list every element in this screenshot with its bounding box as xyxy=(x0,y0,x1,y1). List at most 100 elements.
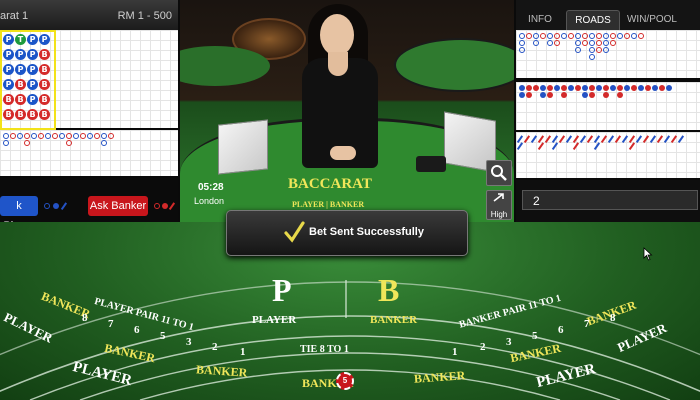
video-city: London xyxy=(194,196,225,206)
banker-predict-icon xyxy=(154,202,178,210)
road-mark xyxy=(526,33,532,39)
quality-button[interactable]: High xyxy=(486,190,512,220)
road-mark xyxy=(589,54,595,60)
road-mark xyxy=(554,33,560,39)
road-mark xyxy=(589,33,595,39)
chip-value: 5 xyxy=(342,376,348,385)
ask-player-button[interactable]: k Player xyxy=(0,196,38,232)
zoom-button[interactable] xyxy=(486,160,512,186)
big-eye-road xyxy=(516,82,700,130)
road-mark xyxy=(631,85,637,91)
seat-number: 3 xyxy=(506,336,512,348)
road-mark xyxy=(589,85,595,91)
road-mark xyxy=(649,135,656,143)
seat-number: 5 xyxy=(160,330,166,342)
bet-chip[interactable]: 5 xyxy=(336,372,354,390)
road-mark xyxy=(516,142,523,150)
road-mark xyxy=(596,40,602,46)
road-mark xyxy=(101,133,107,139)
road-mark xyxy=(561,85,567,91)
road-mark xyxy=(575,85,581,91)
road-mark xyxy=(31,133,37,139)
road-mark xyxy=(80,133,86,139)
road-mark xyxy=(589,47,595,53)
player-bet-label: PLAYER xyxy=(252,314,297,326)
tie-label[interactable]: TIE 8 TO 1 xyxy=(300,344,349,355)
bead-highlight xyxy=(0,30,56,130)
road-mark xyxy=(3,140,9,146)
dealer-hands xyxy=(330,146,356,160)
background-table-left xyxy=(180,46,270,86)
seat-number: 1 xyxy=(240,346,246,358)
road-mark xyxy=(621,135,628,143)
road-mark xyxy=(547,92,553,98)
road-mark xyxy=(617,92,623,98)
road-mark xyxy=(519,92,525,98)
road-mark xyxy=(635,135,642,143)
road-mark xyxy=(530,135,537,143)
road-mark xyxy=(624,33,630,39)
road-mark xyxy=(24,133,30,139)
road-mark xyxy=(38,133,44,139)
road-mark xyxy=(614,135,621,143)
road-mark xyxy=(582,92,588,98)
expand-icon xyxy=(493,193,504,202)
road-mark xyxy=(642,135,649,143)
road-mark xyxy=(596,33,602,39)
road-mark xyxy=(575,47,581,53)
road-mark xyxy=(59,133,65,139)
seat-number: 8 xyxy=(82,312,88,324)
road-mark xyxy=(589,40,595,46)
road-mark xyxy=(558,135,565,143)
road-mark xyxy=(670,135,677,143)
road-mark xyxy=(645,85,651,91)
road-mark xyxy=(579,135,586,143)
road-mark xyxy=(526,85,532,91)
seat-number: 2 xyxy=(480,341,486,353)
player-bet-letter[interactable]: P xyxy=(272,272,292,309)
road-mark xyxy=(575,33,581,39)
card-shoe-left xyxy=(218,119,268,175)
tab-win-pool[interactable]: WIN/POOL xyxy=(622,10,682,30)
seat-number: 6 xyxy=(134,324,140,336)
road-mark xyxy=(596,85,602,91)
road-mark xyxy=(582,85,588,91)
road-mark xyxy=(73,133,79,139)
cockroach-road xyxy=(516,132,700,178)
tab-info[interactable]: INFO xyxy=(520,10,560,30)
video-table-title: BACCARAT xyxy=(288,176,372,192)
road-mark xyxy=(631,33,637,39)
road-mark xyxy=(617,85,623,91)
tab-roads[interactable]: ROADS xyxy=(566,10,620,31)
background-table xyxy=(394,38,514,92)
road-mark xyxy=(607,135,614,143)
bet-amount-input[interactable]: 2 xyxy=(522,190,698,210)
big-road xyxy=(516,30,700,78)
discard-tray xyxy=(416,156,446,172)
road-mark xyxy=(572,142,579,150)
road-mark xyxy=(519,40,525,46)
road-mark xyxy=(628,142,635,150)
ask-banker-button[interactable]: Ask Banker xyxy=(88,196,148,216)
road-mark xyxy=(45,133,51,139)
road-mark xyxy=(652,85,658,91)
road-mark xyxy=(656,135,663,143)
seat-number: 5 xyxy=(532,330,538,342)
road-mark xyxy=(600,135,607,143)
zoom-icon xyxy=(491,165,507,181)
seat-number: 8 xyxy=(610,312,616,324)
road-mark xyxy=(533,33,539,39)
seat-number: 3 xyxy=(186,336,192,348)
road-mark xyxy=(547,33,553,39)
banker-bet-letter[interactable]: B xyxy=(378,272,399,309)
road-mark xyxy=(52,133,58,139)
road-mark xyxy=(638,85,644,91)
road-mark xyxy=(533,40,539,46)
road-mark xyxy=(540,85,546,91)
seat-number: 6 xyxy=(558,324,564,336)
road-mark xyxy=(66,140,72,146)
road-mark xyxy=(663,135,670,143)
road-mark xyxy=(24,140,30,146)
road-mark xyxy=(610,85,616,91)
road-mark xyxy=(537,142,544,150)
